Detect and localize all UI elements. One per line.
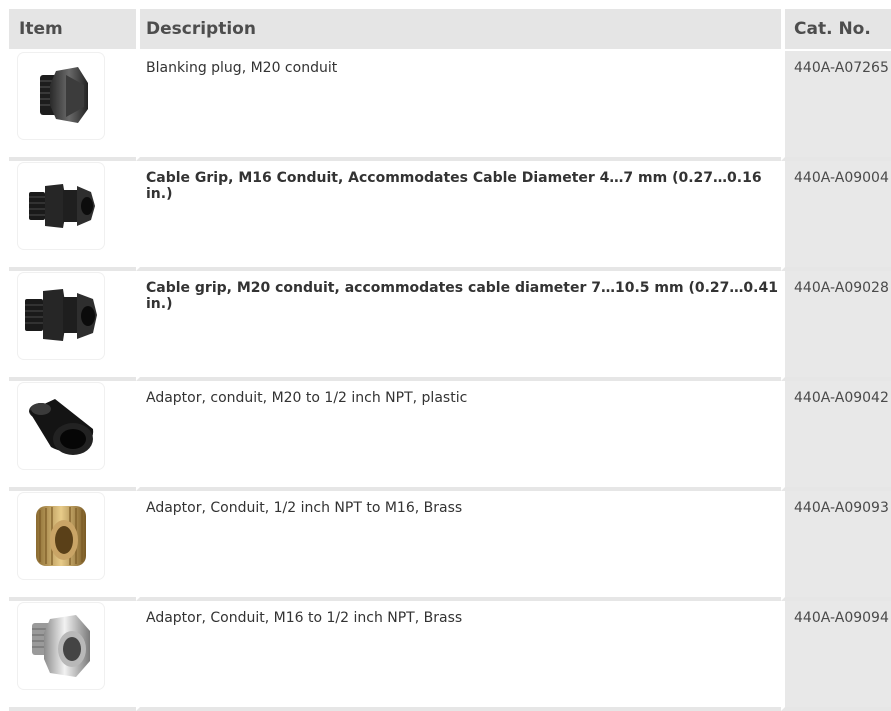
description-cell: Adaptor, Conduit, M16 to 1/2 inch NPT, B… (136, 601, 781, 711)
adaptor-brass-image (18, 493, 104, 579)
cable-grip-m16-image (18, 163, 104, 249)
description-cell: Adaptor, conduit, M20 to 1/2 inch NPT, p… (136, 381, 781, 491)
description-cell: Blanking plug, M20 conduit (136, 51, 781, 161)
header-description: Description (136, 9, 781, 51)
item-cell (9, 271, 136, 381)
table-row: Cable grip, M20 conduit, accommodates ca… (9, 271, 891, 381)
item-cell (9, 491, 136, 601)
cat-no-cell: 440A-A09028 (781, 271, 891, 381)
table-row: Adaptor, Conduit, 1/2 inch NPT to M16, B… (9, 491, 891, 601)
cat-no-cell: 440A-A09093 (781, 491, 891, 601)
description-cell: Adaptor, Conduit, 1/2 inch NPT to M16, B… (136, 491, 781, 601)
accessories-table: Item Description Cat. No. Blanking plug,… (9, 9, 891, 711)
table-row: Adaptor, Conduit, M16 to 1/2 inch NPT, B… (9, 601, 891, 711)
adaptor-nickel-image (18, 603, 104, 689)
description-cell: Cable Grip, M16 Conduit, Accommodates Ca… (136, 161, 781, 271)
cable-grip-m20-image (18, 273, 104, 359)
header-item: Item (9, 9, 136, 51)
cat-no-cell: 440A-A09004 (781, 161, 891, 271)
item-cell (9, 161, 136, 271)
blanking-plug-image (18, 53, 104, 139)
cat-no-cell: 440A-A09094 (781, 601, 891, 711)
cat-no-cell: 440A-A07265 (781, 51, 891, 161)
item-cell (9, 381, 136, 491)
adaptor-plastic-image (18, 383, 104, 469)
table-row: Cable Grip, M16 Conduit, Accommodates Ca… (9, 161, 891, 271)
table-header-row: Item Description Cat. No. (9, 9, 891, 51)
item-cell (9, 601, 136, 711)
table-row: Adaptor, conduit, M20 to 1/2 inch NPT, p… (9, 381, 891, 491)
description-cell: Cable grip, M20 conduit, accommodates ca… (136, 271, 781, 381)
table-row: Blanking plug, M20 conduit 440A-A07265 (9, 51, 891, 161)
header-cat-no: Cat. No. (781, 9, 891, 51)
cat-no-cell: 440A-A09042 (781, 381, 891, 491)
item-cell (9, 51, 136, 161)
